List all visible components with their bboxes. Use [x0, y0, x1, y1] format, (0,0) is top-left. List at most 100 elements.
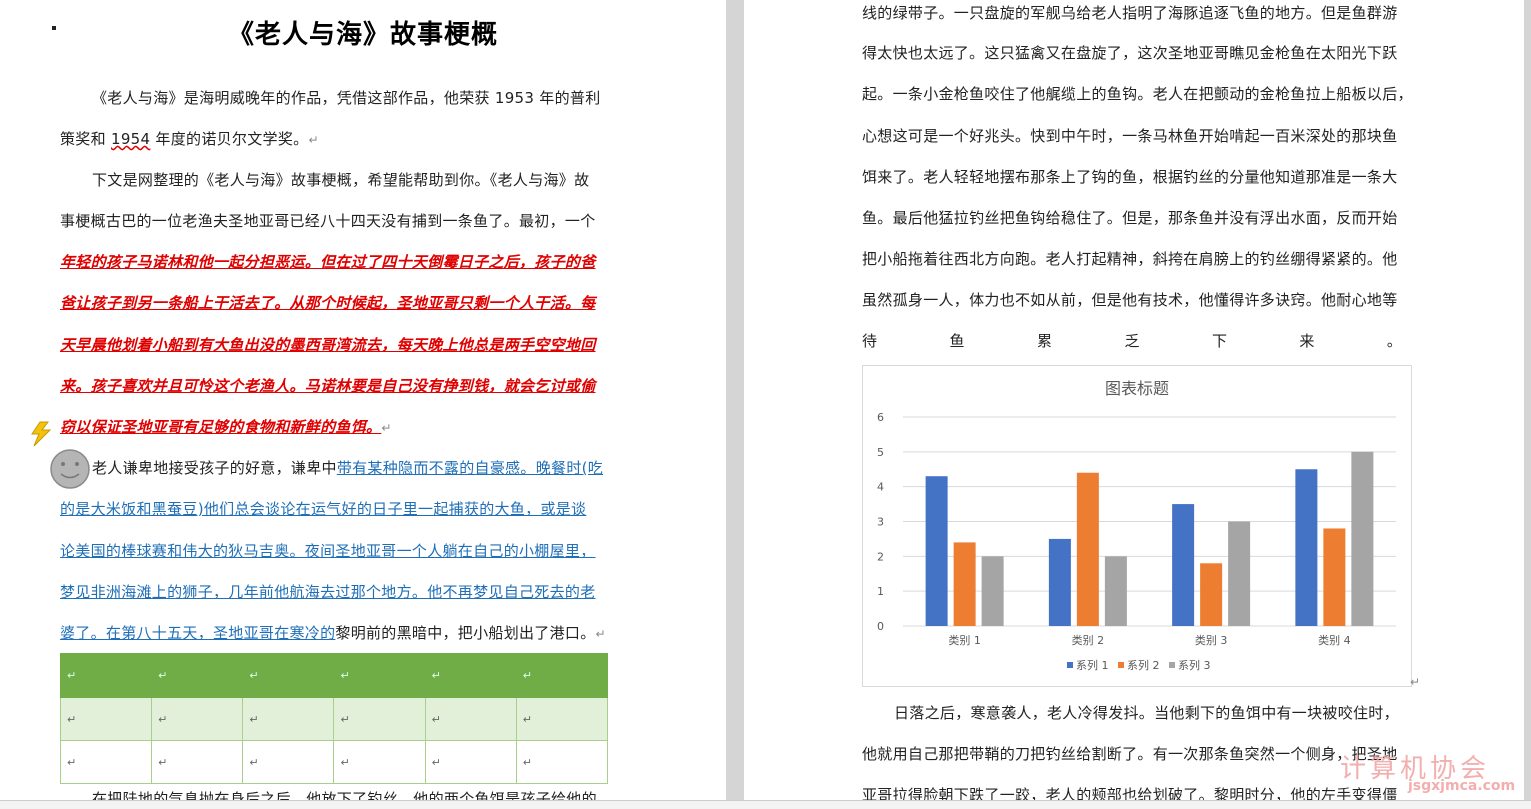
document-page-right: 线的绿带子。一只盘旋的军舰乌给老人指明了海豚追逐飞鱼的地方。但是鱼群游 得太快也…: [744, 0, 1524, 800]
paragraph-mark: ↵: [1410, 675, 1421, 689]
paragraph-line[interactable]: 亚哥拉得脸朝下跌了一跤，老人的颊部也给划破了。黎明时分，他的左手变得僵: [862, 784, 1398, 800]
table-cell[interactable]: ↵: [515, 697, 609, 741]
table-cell[interactable]: ↵: [333, 740, 426, 784]
paragraph-line[interactable]: 虽然孤身一人，体力也不如从前，但是他有技术，他懂得许多诀窍。他耐心地等: [862, 289, 1398, 310]
paragraph-line[interactable]: 饵来了。老人轻轻地摆布那条上了钩的鱼，根据钓丝的分量他知道那准是一条大: [862, 166, 1398, 187]
spread-char: 。: [1386, 332, 1402, 350]
y-tick-label: 6: [877, 411, 884, 424]
table-cell[interactable]: ↵: [59, 740, 153, 784]
paragraph-line[interactable]: 策奖和 1954 年度的诺贝尔文学奖。↵: [60, 128, 319, 149]
paragraph-line[interactable]: 起。一条小金枪鱼咬住了他艉缆上的鱼钩。老人在把颤动的金枪鱼拉上船板以后，: [862, 83, 1413, 104]
table-cell[interactable]: ↵: [424, 740, 517, 784]
bar-系列2-3: [1200, 563, 1223, 626]
green-table[interactable]: ↵ ↵ ↵ ↵ ↵ ↵ ↵ ↵ ↵ ↵ ↵ ↵ ↵ ↵ ↵ ↵ ↵ ↵: [59, 653, 609, 784]
paragraph-line[interactable]: 日落之后，寒意袭人，老人冷得发抖。当他剩下的鱼饵中有一块被咬住时，: [894, 702, 1399, 723]
red-highlight-text: 窃以保证圣地亚哥有足够的食物和新鲜的鱼饵。: [60, 418, 382, 436]
spread-char: 来: [1299, 332, 1315, 350]
text-run: 策奖和: [60, 130, 106, 148]
blue-linked-text: 带有某种隐而不露的自豪感。晚餐时(吃: [336, 459, 604, 477]
paragraph-line[interactable]: 鱼。最后他猛拉钓丝把鱼钩给稳住了。但是，那条鱼并没有浮出水面，反而开始: [862, 207, 1398, 228]
text-run: 年度的诺贝尔文学奖。: [150, 130, 309, 148]
bar-chart[interactable]: 图表标题 0123456 类别 1 类别 2 类别 3 类别 4 系列 1 系列 2 系列…: [862, 365, 1412, 687]
paragraph-line[interactable]: 婆了。在第八十五天，圣地亚哥在寒冷的黎明前的黑暗中，把小船划出了港口。↵: [60, 622, 606, 643]
bar-系列1-2: [1048, 538, 1071, 626]
paragraph-line[interactable]: 得太快也太远了。这只猛禽又在盘旋了，这次圣地亚哥瞧见金枪鱼在太阳光下跃: [862, 42, 1398, 63]
spellcheck-flagged-text: 1954: [110, 130, 151, 148]
paragraph-line[interactable]: 事梗概古巴的一位老渔夫圣地亚哥已经八十四天没有捕到一条鱼了。最初，一个: [60, 210, 596, 231]
bar-系列2-4: [1323, 528, 1346, 626]
document-page-left: 《老人与海》故事梗概 《老人与海》是海明威晚年的作品，凭借这部作品，他荣获 19…: [0, 0, 726, 800]
y-tick-label: 2: [877, 550, 884, 563]
chart-gridlines: [903, 416, 1396, 627]
table-cell[interactable]: ↵: [515, 740, 609, 784]
y-tick-label: 4: [877, 481, 884, 494]
red-highlight-line[interactable]: 年轻的孩子马诺林和他一起分担恶运。但在过了四十天倒霉日子之后，孩子的爸: [60, 251, 596, 272]
legend-label: 系列 1: [1076, 658, 1109, 672]
legend-swatch: [1169, 662, 1175, 668]
legend-swatch: [1067, 662, 1073, 668]
paragraph-line[interactable]: 心想这可是一个好兆头。快到中午时，一条马林鱼开始啃起一百米深处的那块鱼: [862, 125, 1398, 146]
legend-label: 系列 2: [1127, 658, 1160, 672]
spread-char: 下: [1211, 332, 1227, 350]
blue-linked-text: 婆了。在第八十五天，圣地亚哥在寒冷的: [60, 624, 336, 642]
text-run: 老人谦卑地接受孩子的好意，谦卑中: [92, 459, 337, 477]
chart-bars: [925, 451, 1374, 626]
spread-char: 乏: [1124, 332, 1140, 350]
y-tick-label: 5: [877, 446, 884, 459]
spread-char: 待: [862, 332, 878, 350]
blue-linked-line[interactable]: 梦见非洲海滩上的狮子，几年前他航海去过那个地方。他不再梦见自己死去的老: [60, 581, 596, 602]
x-tick-label: 类别 4: [1318, 633, 1351, 647]
chart-legend[interactable]: 系列 1 系列 2 系列 3: [1067, 658, 1211, 672]
paragraph-line[interactable]: 老人谦卑地接受孩子的好意，谦卑中带有某种隐而不露的自豪感。晚餐时(吃: [92, 457, 603, 478]
table-row: ↵ ↵ ↵ ↵ ↵ ↵: [59, 740, 609, 784]
chart-canvas: 图表标题 0123456 类别 1 类别 2 类别 3 类别 4 系列 1 系列 2 系列…: [877, 379, 1396, 672]
table-cell[interactable]: ↵: [151, 697, 244, 741]
y-tick-label: 3: [877, 516, 884, 529]
x-tick-label: 类别 1: [948, 633, 981, 647]
bar-系列3-2: [1104, 556, 1127, 626]
text-run: 黎明前的黑暗中，把小船划出了港口。: [335, 624, 596, 642]
paragraph-line[interactable]: 窃以保证圣地亚哥有足够的食物和新鲜的鱼饵。↵: [60, 416, 392, 437]
spread-char: 累: [1036, 332, 1052, 350]
table-cell[interactable]: ↵: [242, 740, 335, 784]
table-cell[interactable]: ↵: [333, 653, 426, 698]
watermark-url: jsgxjmca.com: [1408, 778, 1516, 794]
table-cell[interactable]: ↵: [515, 653, 609, 698]
bar-系列2-1: [953, 542, 976, 626]
paragraph-line[interactable]: 在把陆地的气息抛在身后之后，他放下了钓丝。他的两个鱼饵是孩子给他的: [92, 788, 597, 800]
table-cell[interactable]: ↵: [151, 653, 244, 698]
table-header-row: ↵ ↵ ↵ ↵ ↵ ↵: [59, 653, 609, 698]
bar-系列3-1: [981, 556, 1004, 626]
table-cell[interactable]: ↵: [242, 697, 335, 741]
paragraph-line[interactable]: 线的绿带子。一只盘旋的军舰乌给老人指明了海豚追逐飞鱼的地方。但是鱼群游: [862, 2, 1398, 23]
table-cell[interactable]: ↵: [151, 740, 244, 784]
table-cell[interactable]: ↵: [242, 653, 335, 698]
bar-系列3-3: [1228, 521, 1251, 626]
x-axis: 类别 1 类别 2 类别 3 类别 4: [948, 633, 1350, 647]
red-highlight-line[interactable]: 天早晨他划着小船到有大鱼出没的墨西哥湾流去，每天晚上他总是两手空空地回: [60, 334, 596, 355]
document-title[interactable]: 《老人与海》故事梗概: [228, 14, 498, 51]
legend-swatch: [1118, 662, 1124, 668]
smiley-face-icon[interactable]: [48, 446, 92, 492]
paragraph-line[interactable]: 《老人与海》是海明威晚年的作品，凭借这部作品，他荣获 1953 年的普利: [92, 87, 601, 108]
paragraph-line[interactable]: 把小船拖着往西北方向跑。老人打起精神，斜挎在肩膀上的钓丝绷得紧紧的。他: [862, 248, 1398, 269]
table-row: ↵ ↵ ↵ ↵ ↵ ↵: [59, 697, 609, 741]
blue-linked-line[interactable]: 论美国的棒球赛和伟大的狄马吉奥。夜间圣地亚哥一个人躺在自己的小棚屋里，: [60, 540, 596, 561]
legend-label: 系列 3: [1178, 658, 1211, 672]
paragraph-line[interactable]: 下文是网整理的《老人与海》故事梗概，希望能帮助到你。《老人与海》故: [92, 169, 589, 190]
chart-title[interactable]: 图表标题: [1105, 379, 1169, 398]
x-tick-label: 类别 3: [1195, 633, 1228, 647]
paragraph-mark: ↵: [381, 421, 392, 435]
blue-linked-line[interactable]: 的是大米饭和黑蚕豆)他们总会谈论在运气好的日子里一起捕获的大鱼，或是谈: [60, 498, 586, 519]
bar-系列3-4: [1351, 451, 1374, 626]
red-highlight-line[interactable]: 爸让孩子到另一条船上干活去了。从那个时候起，圣地亚哥只剩一个人干活。每: [60, 292, 596, 313]
table-cell[interactable]: ↵: [59, 653, 153, 698]
y-tick-label: 0: [877, 620, 884, 633]
table-cell[interactable]: ↵: [424, 697, 517, 741]
table-cell[interactable]: ↵: [59, 697, 153, 741]
justified-line[interactable]: 待 鱼 累 乏 下 来 。: [862, 330, 1402, 351]
table-cell[interactable]: ↵: [424, 653, 517, 698]
paragraph-line[interactable]: 他就用自己那把带鞘的刀把钓丝给割断了。有一次那条鱼突然一个侧身，把圣地: [862, 743, 1398, 764]
red-highlight-line[interactable]: 来。孩子喜欢并且可怜这个老渔人。马诺林要是自己没有挣到钱，就会乞讨或偷: [60, 375, 596, 396]
table-cell[interactable]: ↵: [333, 697, 426, 741]
